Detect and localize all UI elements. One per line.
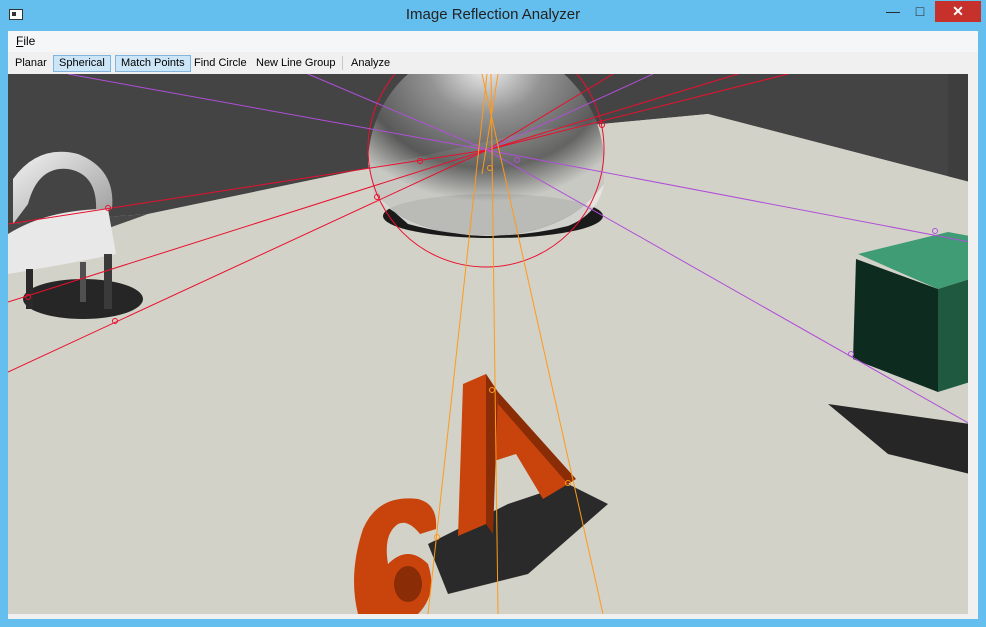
horizontal-scrollbar[interactable] [8, 614, 978, 619]
analyze-button[interactable]: Analyze [346, 55, 395, 72]
spherical-button[interactable]: Spherical [53, 55, 111, 72]
maximize-button[interactable]: □ [907, 1, 933, 22]
planar-button[interactable]: Planar [10, 55, 52, 72]
match-points-button[interactable]: Match Points [115, 55, 191, 72]
minimize-button[interactable]: — [880, 1, 906, 22]
menu-file[interactable]: File [16, 34, 35, 48]
app-window: Image Reflection Analyzer — □ ✕ File Pla… [0, 0, 986, 627]
menu-file-label: ile [23, 34, 36, 48]
close-button[interactable]: ✕ [935, 1, 981, 22]
toolbar: Planar Spherical Match Points Find Circl… [8, 52, 978, 75]
window-title: Image Reflection Analyzer [405, 6, 581, 23]
find-circle-button[interactable]: Find Circle [189, 55, 252, 72]
scene-svg[interactable]: A 6 [8, 74, 970, 614]
vertical-scrollbar[interactable] [968, 74, 978, 614]
toolbar-separator [342, 56, 343, 70]
new-line-group-button[interactable]: New Line Group [251, 55, 341, 72]
image-canvas[interactable]: A 6 [8, 74, 970, 614]
menu-bar: File [8, 31, 978, 52]
reflective-sphere [368, 74, 604, 236]
title-bar[interactable]: Image Reflection Analyzer — □ ✕ [0, 0, 986, 31]
